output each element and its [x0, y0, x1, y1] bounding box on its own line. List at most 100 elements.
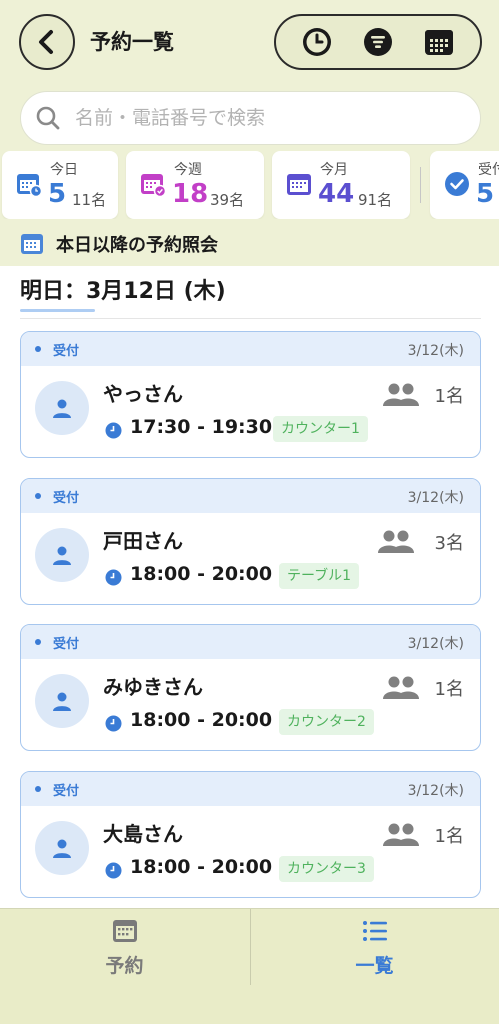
list-icon	[362, 921, 387, 941]
stat-count: 18	[172, 179, 209, 209]
reservation-date: 3/12(木)	[407, 636, 464, 652]
person-icon	[53, 839, 71, 858]
status-badge: 受付	[53, 784, 80, 799]
tab-reservation[interactable]: 予約	[0, 909, 249, 989]
party-size: 1名	[434, 386, 464, 407]
people-icon	[383, 676, 419, 699]
people-icon	[383, 823, 419, 846]
guest-name: みゆきさん	[103, 675, 203, 699]
status-badge: 受付	[53, 491, 80, 506]
date-divider	[20, 318, 481, 319]
reservation-card[interactable]: 受付 3/12(木) みゆきさん 1名 18:00 - 20:00 カウンター2	[20, 624, 481, 751]
reservation-date: 3/12(木)	[407, 783, 464, 799]
person-icon	[53, 546, 71, 565]
stat-label: 今週	[174, 162, 202, 178]
back-button[interactable]	[19, 14, 75, 70]
date-header: 明日：3月12日 (木)	[20, 279, 226, 304]
stat-people: 91名	[358, 191, 393, 209]
stat-label: 受付	[478, 162, 499, 178]
guest-name: 大島さん	[103, 822, 183, 846]
section-heading: 本日以降の予約照会	[20, 230, 218, 258]
clock-icon	[105, 422, 122, 439]
person-icon	[53, 399, 71, 418]
reservation-time: 18:00 - 20:00	[130, 856, 273, 878]
people-icon	[378, 530, 414, 553]
status-dot	[35, 346, 41, 352]
calendar-icon	[112, 920, 137, 942]
page-title: 予約一覧	[90, 30, 174, 54]
card-header: 受付 3/12(木)	[21, 772, 480, 806]
status-dot	[35, 639, 41, 645]
history-button[interactable]	[299, 24, 335, 60]
seat-badge: カウンター3	[279, 856, 374, 882]
reservation-time: 18:00 - 20:00	[130, 709, 273, 731]
seat-badge: カウンター2	[279, 709, 374, 735]
stat-people: 39名	[210, 191, 245, 209]
stat-week[interactable]: 今週 18 39名	[126, 151, 264, 219]
calendar-icon	[21, 234, 43, 254]
card-header: 受付 3/12(木)	[21, 479, 480, 513]
stat-label: 今月	[320, 162, 348, 178]
reservation-card[interactable]: 受付 3/12(木) 大島さん 1名 18:00 - 20:00 カウンター3	[20, 771, 481, 898]
check-circle-icon	[445, 172, 469, 196]
tab-label: 一覧	[355, 955, 394, 977]
stat-people: 11名	[72, 191, 107, 209]
search-input[interactable]	[75, 107, 455, 129]
stat-today[interactable]: 今日 5 11名	[2, 151, 118, 219]
reservation-time: 18:00 - 20:00	[130, 563, 273, 585]
calendar-clock-icon	[17, 174, 42, 197]
chevron-left-icon	[39, 30, 53, 54]
status-badge: 受付	[53, 637, 80, 652]
stat-count: 5	[476, 179, 495, 209]
reservation-card[interactable]: 受付 3/12(木) 戸田さん 3名 18:00 - 20:00 テーブル1	[20, 478, 481, 605]
avatar	[35, 381, 89, 435]
filter-icon	[363, 28, 392, 56]
tab-bar: 予約 一覧	[0, 908, 499, 1024]
reservation-time: 17:30 - 19:30	[130, 416, 273, 438]
status-dot	[35, 786, 41, 792]
search-icon	[36, 106, 60, 130]
tab-list[interactable]: 一覧	[250, 909, 499, 989]
filter-button[interactable]	[360, 24, 396, 60]
clock-icon	[105, 715, 122, 732]
calendar-icon	[287, 174, 311, 195]
avatar	[35, 528, 89, 582]
stat-label: 今日	[50, 162, 78, 178]
card-header: 受付 3/12(木)	[21, 625, 480, 659]
seat-badge: カウンター1	[273, 416, 368, 442]
calendar-grid-icon	[425, 30, 454, 55]
stat-count: 44	[318, 179, 355, 209]
calendar-view-button[interactable]	[421, 24, 457, 60]
party-size: 1名	[434, 679, 464, 700]
stat-count: 5	[48, 179, 67, 209]
clock-icon	[105, 862, 122, 879]
search-bar	[20, 91, 481, 145]
status-dot	[35, 493, 41, 499]
header: 予約一覧	[0, 0, 499, 86]
avatar	[35, 674, 89, 728]
reservation-date: 3/12(木)	[407, 343, 464, 359]
party-size: 1名	[434, 826, 464, 847]
clock-icon	[302, 28, 331, 56]
guest-name: 戸田さん	[103, 529, 183, 553]
date-underline	[20, 309, 95, 312]
stat-month[interactable]: 今月 44 91名	[272, 151, 410, 219]
stat-accepted[interactable]: 受付 5	[430, 151, 499, 219]
party-size: 3名	[434, 533, 464, 554]
header-actions	[274, 14, 482, 70]
calendar-check-icon	[141, 174, 166, 197]
avatar	[35, 821, 89, 875]
clock-icon	[105, 569, 122, 586]
card-header: 受付 3/12(木)	[21, 332, 480, 366]
tab-label: 予約	[105, 955, 144, 977]
reservation-card[interactable]: 受付 3/12(木) やっさん 1名 17:30 - 19:30 カウンター1	[20, 331, 481, 458]
stats-divider	[420, 167, 421, 203]
reservation-date: 3/12(木)	[407, 490, 464, 506]
guest-name: やっさん	[103, 382, 183, 406]
stats-strip: 今日 5 11名 今週 18 39名 今月 44 91名 受付 5	[0, 151, 499, 219]
people-icon	[383, 383, 419, 406]
status-badge: 受付	[53, 344, 80, 359]
section-title: 本日以降の予約照会	[56, 235, 218, 256]
seat-badge: テーブル1	[279, 563, 360, 589]
person-icon	[53, 692, 71, 711]
